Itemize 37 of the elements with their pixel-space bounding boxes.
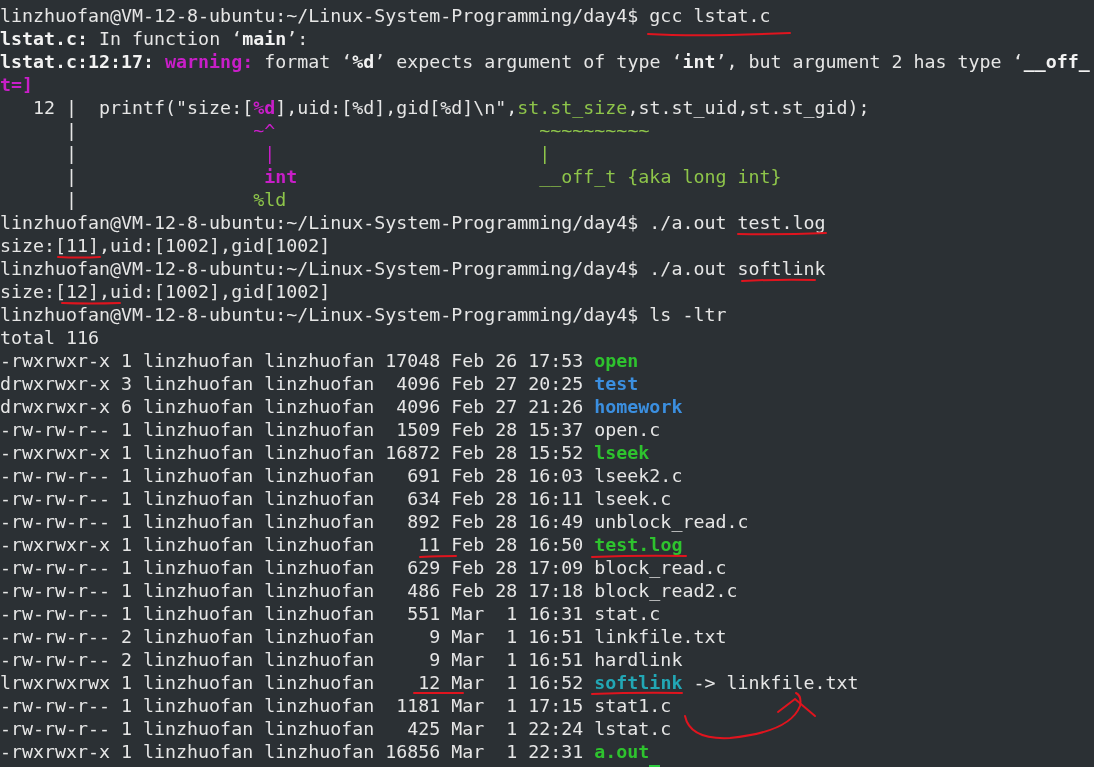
terminal-line: | int __off_t {aka long int}	[65, 166, 782, 186]
terminal-line: linzhuofan@VM-12-8-ubuntu:~/Linux-System-Programming/day4$ ./a.out test.log	[0, 212, 826, 232]
terminal-line: lstat.c:12:17: warning: format ‘%d’ expects argument of type ‘int’, but argument 2 has type ‘__off_	[0, 51, 1090, 71]
terminal-line: | | |	[65, 143, 551, 163]
terminal-line: drwxrwxr-x 3 linzhuofan linzhuofan 4096 Feb 27 20:25 test	[0, 373, 639, 393]
terminal-line: -rw-rw-r-- 1 linzhuofan linzhuofan 425 Mar 1 22:24 lstat.c	[0, 718, 672, 738]
annotation-underline	[57, 256, 101, 259]
terminal-line: -rwxrwxr-x 1 linzhuofan linzhuofan 16872 Feb 28 15:52 lseek	[0, 442, 650, 462]
terminal-line: -rwxrwxr-x 1 linzhuofan linzhuofan 16856 Mar 1 22:31 a.out	[0, 741, 650, 761]
terminal-line: -rw-rw-r-- 1 linzhuofan linzhuofan 1509 Feb 28 15:37 open.c	[0, 419, 661, 439]
terminal-line: linzhuofan@VM-12-8-ubuntu:~/Linux-System-Programming/day4$ ./a.out softlink	[0, 258, 826, 278]
terminal-line: lstat.c: In function ‘main’:	[0, 28, 309, 48]
terminal-line: -rwxrwxr-x 1 linzhuofan linzhuofan 17048 Feb 26 17:53 open	[0, 350, 639, 370]
terminal-line: -rw-rw-r-- 1 linzhuofan linzhuofan 629 Feb 28 17:09 block_read.c	[0, 557, 727, 577]
annotation-underline	[61, 302, 121, 305]
terminal-line: | ~^ ~~~~~~~~~~	[65, 120, 650, 140]
terminal-line: linzhuofan@VM-12-8-ubuntu:~/Linux-System-Programming/day4$ gcc lstat.c	[0, 5, 771, 25]
terminal-line: drwxrwxr-x 6 linzhuofan linzhuofan 4096 Feb 27 21:26 homework	[0, 396, 683, 416]
terminal-line: -rw-rw-r-- 1 linzhuofan linzhuofan 892 Feb 28 16:49 unblock_read.c	[0, 511, 749, 531]
terminal-line: -rwxrwxr-x 1 linzhuofan linzhuofan 11 Feb 28 16:50 test.log	[0, 534, 683, 554]
terminal-line: 12 | printf("size:[%d],uid:[%d],gid[%d]\n",st.st_size,st.st_uid,st.st_gid);	[32, 97, 870, 117]
terminal-line: -rw-rw-r-- 2 linzhuofan linzhuofan 9 Mar 1 16:51 hardlink	[0, 649, 683, 669]
terminal-line: linzhuofan@VM-12-8-ubuntu:~/Linux-System-Programming/day4$ ls -ltr	[0, 304, 727, 324]
terminal-line: size:[11],uid:[1002],gid[1002]	[0, 235, 331, 255]
terminal-line: -rw-rw-r-- 1 linzhuofan linzhuofan 551 Mar 1 16:31 stat.c	[0, 603, 661, 623]
terminal-line: -rw-rw-r-- 1 linzhuofan linzhuofan 634 Feb 28 16:11 lseek.c	[0, 488, 672, 508]
terminal-line: t=]	[0, 74, 34, 94]
terminal-line: -rw-rw-r-- 1 linzhuofan linzhuofan 486 Feb 28 17:18 block_read2.c	[0, 580, 738, 600]
terminal-line: -rw-rw-r-- 1 linzhuofan linzhuofan 1181 Mar 1 17:15 stat1.c	[0, 695, 672, 715]
terminal-line: total 116	[0, 327, 100, 347]
terminal-line: -rw-rw-r-- 2 linzhuofan linzhuofan 9 Mar 1 16:51 linkfile.txt	[0, 626, 727, 646]
terminal-line: lrwxrwxrwx 1 linzhuofan linzhuofan 12 Mar 1 16:52 softlink -> linkfile.txt	[0, 672, 859, 692]
terminal-line: | %ld	[65, 189, 287, 209]
terminal-line: -rw-rw-r-- 1 linzhuofan linzhuofan 691 Feb 28 16:03 lseek2.c	[0, 465, 683, 485]
annotation-underline	[419, 555, 457, 558]
terminal-line: size:[12],uid:[1002],gid[1002]	[0, 281, 331, 301]
annotation-underline	[413, 692, 464, 694]
